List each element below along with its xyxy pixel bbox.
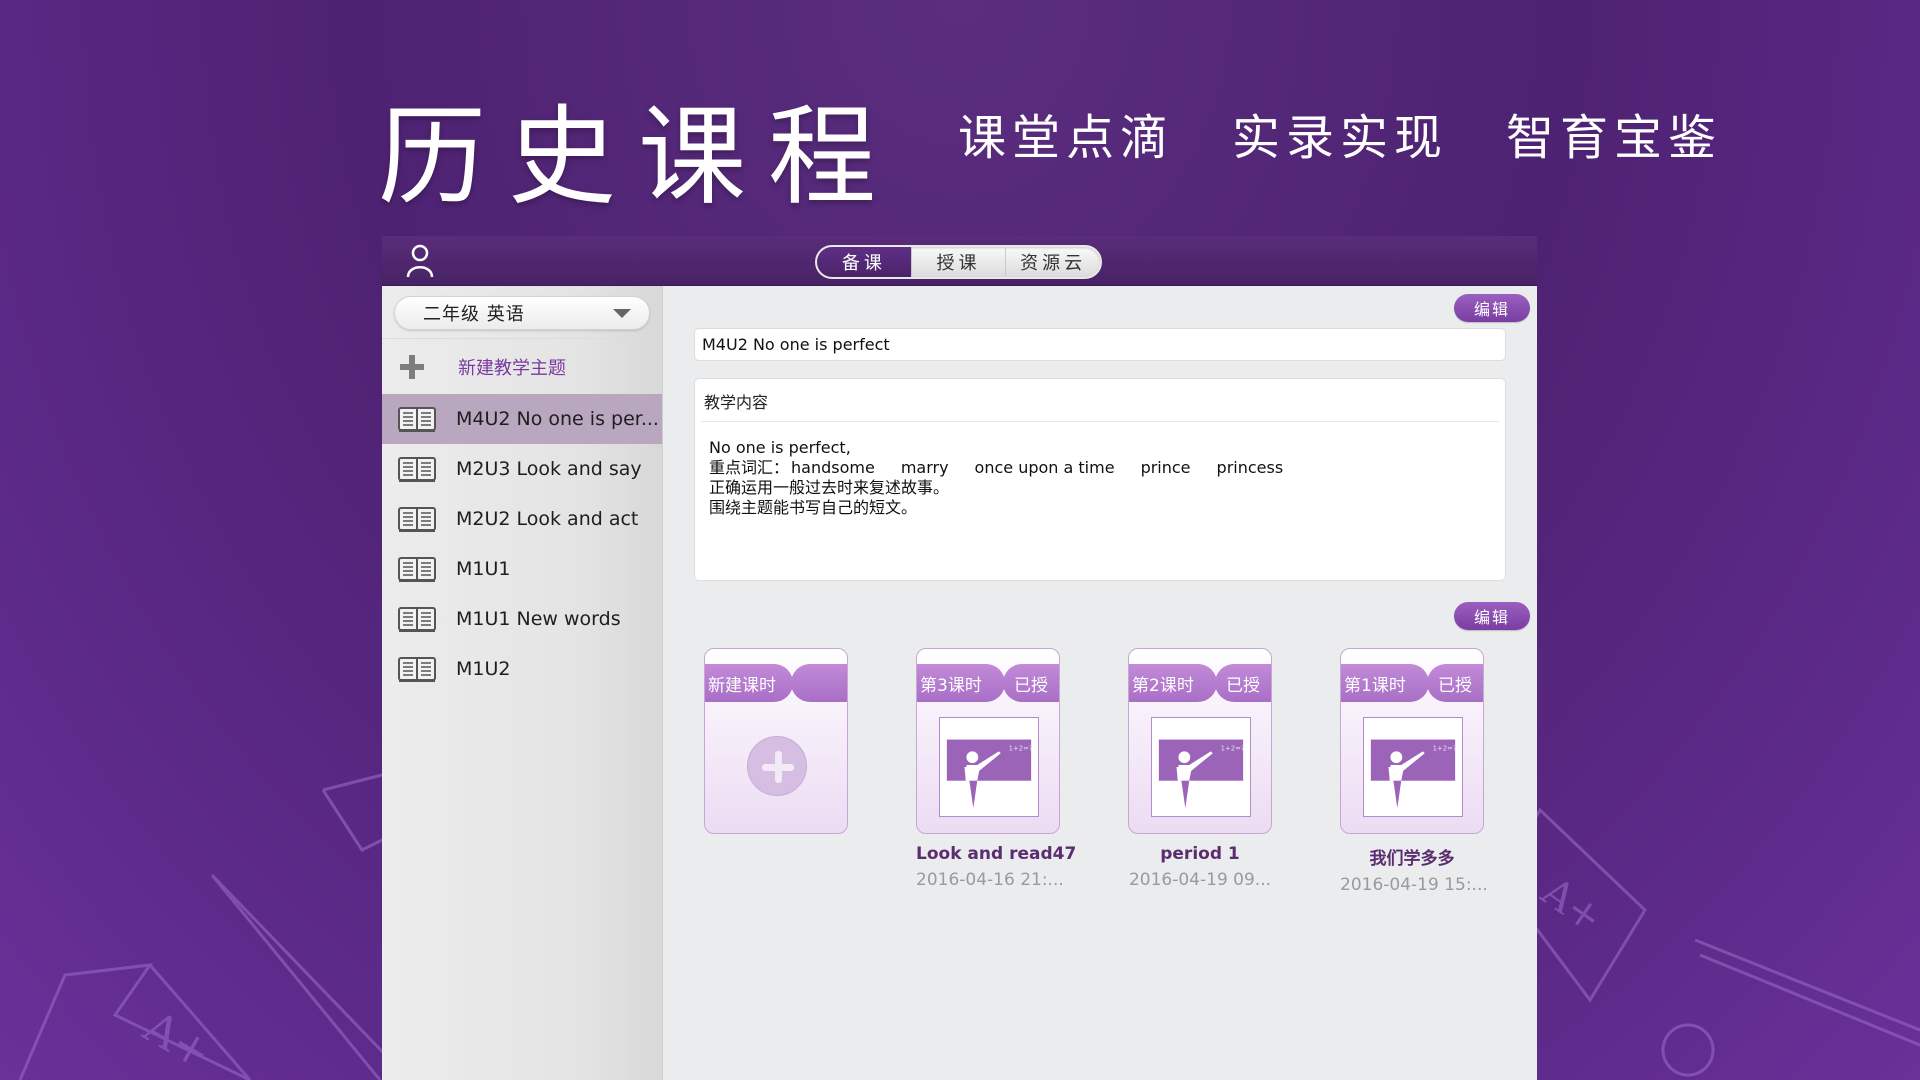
- main-panel: 编辑 M4U2 No one is perfect 教学内容 No one is…: [664, 286, 1537, 1080]
- teaching-content-box[interactable]: 教学内容 No one is perfect, 重点词汇： handsome mar…: [694, 378, 1506, 581]
- topic-label: M1U1: [456, 558, 511, 580]
- book-icon: [398, 656, 436, 682]
- plus-icon: [400, 354, 424, 379]
- book-icon: [398, 406, 436, 432]
- add-lesson-icon[interactable]: [747, 736, 807, 796]
- edit-topic-button[interactable]: 编辑: [1454, 294, 1530, 322]
- chevron-down-icon: [613, 308, 631, 318]
- vocab-word: prince: [1140, 458, 1191, 477]
- book-icon: [398, 506, 436, 532]
- topic-title-field[interactable]: M4U2 No one is perfect: [694, 328, 1506, 361]
- tagline: 课堂点滴: [958, 110, 1175, 166]
- lesson-name: period 1: [1160, 844, 1240, 864]
- topic-label: M4U2 No one is per...: [456, 408, 659, 430]
- teacher-blackboard-icon: [1363, 717, 1463, 817]
- lesson-period: 第2课时: [1129, 664, 1217, 702]
- lesson-card[interactable]: 第3课时 已授 Look and read47 2016-04-16 21:..…: [916, 648, 1077, 895]
- new-topic-label: 新建教学主题: [458, 357, 566, 379]
- new-topic-button[interactable]: 新建教学主题: [382, 338, 662, 394]
- lesson-card-header: 第2课时 已授: [1129, 664, 1271, 702]
- tagline: 实录实现: [1232, 110, 1449, 166]
- edit-lessons-button[interactable]: 编辑: [1454, 602, 1530, 630]
- book-icon: [398, 456, 436, 482]
- lesson-card-frame: 第1课时 已授: [1340, 648, 1484, 834]
- hero-title: 历史课程: [378, 95, 899, 220]
- mode-tabs: 备课 授课 资源云: [815, 245, 1102, 279]
- lesson-date: 2016-04-16 21:...: [916, 870, 1064, 890]
- vocab-word: handsome: [791, 458, 875, 477]
- lesson-card[interactable]: 第2课时 已授 period 1 2016-04-19 09...: [1128, 648, 1272, 895]
- topic-item[interactable]: M1U2: [382, 644, 662, 694]
- user-icon[interactable]: [404, 244, 436, 278]
- teacher-blackboard-icon: [1151, 717, 1251, 817]
- topic-label: M1U1 New words: [456, 608, 621, 630]
- vocab-line: 重点词汇： handsome marry once upon a time prince…: [709, 458, 1491, 478]
- vocab-word: princess: [1216, 458, 1284, 477]
- grade-subject-value: 二年级 英语: [423, 304, 525, 325]
- lesson-card-header: 第1课时 已授: [1341, 664, 1483, 702]
- content-line: No one is perfect,: [709, 438, 851, 457]
- lesson-card[interactable]: 第1课时 已授 我们学多多 2016-04-19 15:...: [1340, 648, 1488, 895]
- lesson-status: 已授: [1427, 664, 1483, 702]
- paper-sketch-left: [18, 963, 251, 1080]
- lesson-name: Look and read47: [916, 844, 1077, 864]
- content-body: No one is perfect, 重点词汇： handsome marry onc…: [695, 422, 1505, 534]
- sidebar: 二年级 英语 新建教学主题 M4U2 No one is per... M2U3…: [382, 286, 663, 1080]
- vocab-word: marry: [900, 458, 949, 477]
- lesson-card-frame: 新建课时: [704, 648, 848, 834]
- tagline: 智育宝鉴: [1506, 110, 1723, 166]
- topic-label: M1U2: [456, 658, 511, 680]
- content-heading: 教学内容: [701, 379, 1499, 422]
- lesson-status: 已授: [1003, 664, 1059, 702]
- vocab-label: 重点词汇：: [709, 458, 790, 477]
- tab-teach[interactable]: 授课: [910, 247, 1006, 277]
- tab-prepare[interactable]: 备课: [817, 247, 911, 277]
- book-icon: [398, 606, 436, 632]
- content-line: 围绕主题能书写自己的短文。: [709, 498, 918, 517]
- teacher-blackboard-icon: [939, 717, 1039, 817]
- topic-label: M2U2 Look and act: [456, 508, 639, 530]
- topic-item[interactable]: M4U2 No one is per...: [382, 394, 662, 444]
- lesson-card-frame: 第2课时 已授: [1128, 648, 1272, 834]
- lesson-card-frame: 第3课时 已授: [916, 648, 1060, 834]
- topic-item[interactable]: M2U3 Look and say: [382, 444, 662, 494]
- lesson-status-tab: [791, 664, 847, 702]
- svg-text:A+: A+: [1532, 868, 1610, 942]
- topic-item[interactable]: M1U1 New words: [382, 594, 662, 644]
- topic-item[interactable]: M1U1: [382, 544, 662, 594]
- lesson-date: 2016-04-19 09...: [1128, 870, 1272, 890]
- content-line: 正确运用一般过去时来复述故事。: [709, 478, 950, 497]
- lesson-name: 我们学多多: [1369, 849, 1455, 869]
- grade-subject-select[interactable]: 二年级 英语: [394, 296, 650, 330]
- vocab-word: once upon a time: [974, 458, 1115, 477]
- topic-item[interactable]: M2U2 Look and act: [382, 494, 662, 544]
- pencil-sketch: [210, 873, 402, 1080]
- lesson-card-header: 新建课时: [705, 664, 847, 702]
- lesson-card-header: 第3课时 已授: [917, 664, 1059, 702]
- top-bar: 备课 授课 资源云: [382, 236, 1537, 286]
- lesson-period: 第3课时: [917, 664, 1005, 702]
- new-lesson-label: 新建课时: [705, 664, 793, 702]
- new-lesson-card[interactable]: 新建课时: [704, 648, 848, 895]
- lesson-period: 第1课时: [1341, 664, 1429, 702]
- book-icon: [398, 556, 436, 582]
- app-window: 备课 授课 资源云 二年级 英语 新建教学主题 M4U2 No one is p…: [382, 236, 1537, 1080]
- topic-label: M2U3 Look and say: [456, 458, 642, 480]
- lesson-date: 2016-04-19 15:...: [1340, 875, 1488, 895]
- lesson-status: 已授: [1215, 664, 1271, 702]
- lesson-list: 新建课时 第3课时 已授 Look and read47 2016-04-16 …: [704, 648, 1488, 895]
- svg-text:A+: A+: [134, 1001, 220, 1080]
- taglines: 课堂点滴 实录实现 智育宝鉴: [958, 98, 1722, 168]
- tab-resource-cloud[interactable]: 资源云: [1005, 247, 1100, 277]
- cap-sketch: [321, 773, 383, 852]
- pen-sketch: [1694, 938, 1920, 1047]
